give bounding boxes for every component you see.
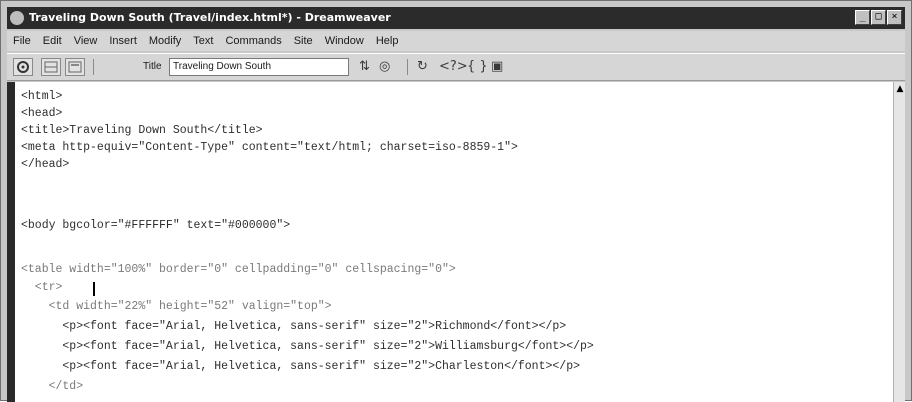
code-line: <meta http-equiv="Content-Type" content=… [21,141,518,154]
code-navigation-icon[interactable]: <?> [439,59,468,75]
menu-file[interactable]: File [7,35,37,47]
view-code-icon [17,61,29,73]
menu-bar: File Edit View Insert Modify Text Comman… [7,31,905,51]
gutter-strip [7,82,15,402]
title-bar[interactable]: Traveling Down South (Travel/index.html*… [7,7,905,29]
view-options-icon[interactable]: ▣ [491,59,503,75]
app-icon [10,11,24,25]
code-line: <body bgcolor="#FFFFFF" text="#000000"> [21,219,291,232]
view-code-button[interactable] [13,58,33,76]
code-line: <p><font face="Arial, Helvetica, sans-se… [21,360,580,373]
toolbar-separator [93,59,94,75]
menu-site[interactable]: Site [288,35,319,47]
code-line: <head> [21,107,63,120]
window-title: Traveling Down South (Travel/index.html*… [29,11,391,24]
view-design-icon [68,61,82,73]
menu-window[interactable]: Window [319,35,370,47]
file-management-icon[interactable]: ⇅ [359,59,370,75]
code-line: <title>Traveling Down South</title> [21,124,263,137]
code-line: <html> [21,90,63,103]
reference-icon[interactable]: { } [467,59,488,75]
code-line: <p><font face="Arial, Helvetica, sans-se… [21,320,567,333]
menu-edit[interactable]: Edit [37,35,68,47]
minimize-button[interactable]: _ [855,10,870,25]
code-line: <tr> [21,281,63,294]
code-line: </td> [21,380,84,393]
view-split-button[interactable] [41,58,61,76]
code-line: <p><font face="Arial, Helvetica, sans-se… [21,340,594,353]
preview-browser-icon[interactable]: ◎ [379,59,390,75]
menu-modify[interactable]: Modify [143,35,187,47]
maximize-button[interactable]: □ [871,10,886,25]
menu-insert[interactable]: Insert [103,35,143,47]
menu-view[interactable]: View [68,35,104,47]
title-label: Title [143,61,162,72]
toolbar-separator [407,59,408,75]
close-button[interactable]: × [887,10,902,25]
code-line: <td width="22%" height="52" valign="top"… [21,300,332,313]
text-cursor [93,282,95,296]
menu-help[interactable]: Help [370,35,405,47]
view-split-icon [44,61,58,73]
scroll-up-icon[interactable]: ▲ [895,84,905,94]
refresh-icon[interactable]: ↻ [417,59,428,75]
code-editor[interactable]: <html> <head> <title>Traveling Down Sout… [15,82,893,402]
vertical-scrollbar[interactable]: ▲ [893,82,905,402]
code-line: <table width="100%" border="0" cellpaddi… [21,263,456,276]
code-line: </head> [21,158,70,171]
window-controls: _ □ × [855,10,902,25]
view-design-button[interactable] [65,58,85,76]
dreamweaver-window: Traveling Down South (Travel/index.html*… [0,0,912,402]
menu-text[interactable]: Text [187,35,219,47]
menu-commands[interactable]: Commands [219,35,287,47]
document-toolbar: Title Traveling Down South ⇅ ◎ ↻ <?> { }… [7,53,905,81]
page-title-field[interactable]: Traveling Down South [169,58,349,76]
